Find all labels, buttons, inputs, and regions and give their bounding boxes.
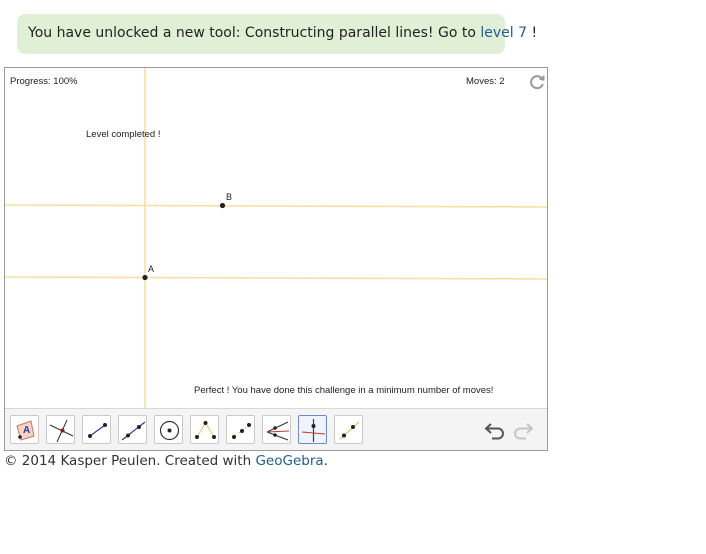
intersect-tool-button[interactable] (46, 415, 75, 444)
line-tool-icon (121, 421, 146, 441)
parallel-points-tool-icon (231, 423, 252, 439)
move-tool-button[interactable]: A (10, 415, 39, 444)
perpendicular-line-tool-button[interactable] (298, 415, 327, 444)
angle-bisector-tool-icon (266, 421, 290, 441)
midpoint-tool-icon (195, 421, 216, 439)
midpoint-tool-button[interactable] (190, 415, 219, 444)
intersect-tool-icon (49, 419, 74, 443)
construction-svg (5, 68, 547, 408)
footer: © 2014 Kasper Peulen. Created with GeoGe… (4, 453, 328, 469)
move-tool-icon: A (16, 420, 35, 441)
parallel-line-tool-icon (339, 421, 360, 440)
circle-tool-icon (159, 420, 180, 441)
point-b[interactable] (219, 202, 226, 209)
parallel-points-tool-button[interactable] (226, 415, 255, 444)
graphics-view[interactable]: Progress: 100% Moves: 2 Level completed … (5, 68, 547, 408)
point-b-label: B (226, 192, 233, 202)
toolbar: A (5, 408, 547, 450)
line-through-a[interactable] (5, 276, 547, 280)
banner-text: You have unlocked a new tool: Constructi… (28, 25, 481, 41)
point-a-label: A (148, 264, 155, 274)
geogebra-applet: Progress: 100% Moves: 2 Level completed … (4, 67, 548, 451)
level-7-link[interactable]: level 7 (480, 25, 527, 41)
unlock-banner: You have unlocked a new tool: Constructi… (17, 14, 537, 54)
redo-icon[interactable] (511, 418, 535, 442)
circle-tool-button[interactable] (154, 415, 183, 444)
moves-label: Moves: 2 (466, 76, 505, 87)
level-completed-text: Level completed ! (86, 129, 161, 140)
geogebra-link[interactable]: GeoGebra (255, 453, 323, 469)
footer-copyright: © 2014 Kasper Peulen. Created with (4, 453, 256, 469)
refresh-icon[interactable] (527, 72, 547, 92)
line-through-b[interactable] (5, 204, 547, 208)
success-message: Perfect ! You have done this challenge i… (194, 385, 494, 396)
angle-bisector-tool-button[interactable] (262, 415, 291, 444)
progress-label: Progress: 100% (10, 76, 78, 87)
point-a[interactable] (142, 274, 148, 281)
segment-tool-icon (88, 423, 107, 438)
perpendicular-line-tool-icon (301, 419, 326, 442)
parallel-line-tool-button[interactable] (334, 415, 363, 444)
footer-suffix: . (323, 453, 328, 469)
svg-text:A: A (23, 425, 30, 436)
line-tool-button[interactable] (118, 415, 147, 444)
banner-suffix: ! (527, 25, 538, 41)
undo-icon[interactable] (483, 418, 507, 442)
segment-tool-button[interactable] (82, 415, 111, 444)
